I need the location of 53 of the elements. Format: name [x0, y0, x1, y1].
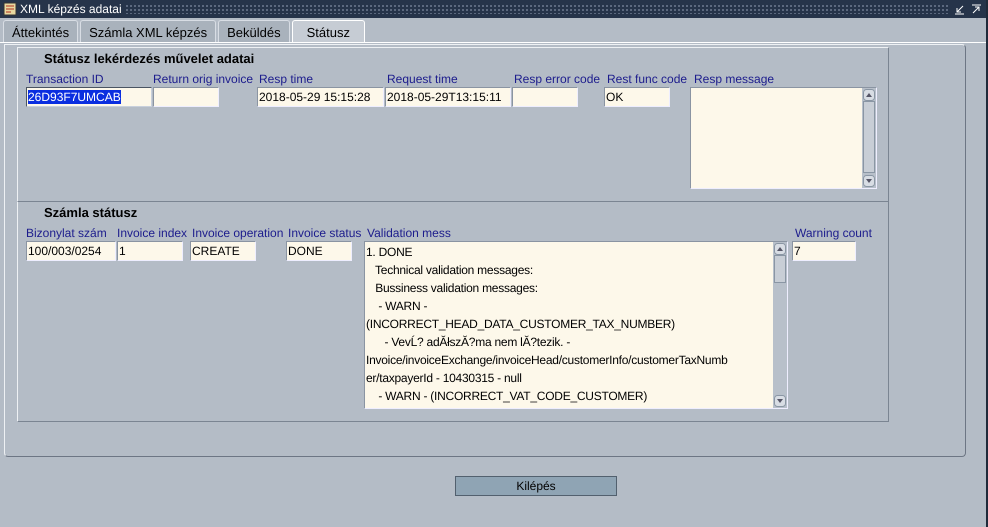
window-title: XML képzés adatai — [20, 2, 122, 16]
section-title: Státusz lekérdezés művelet adatai — [43, 50, 256, 68]
field-label: Invoice operation — [192, 226, 284, 240]
input-field[interactable]: 1 — [117, 241, 183, 261]
field-label: Resp time — [259, 72, 314, 86]
message-line: Invoice/invoiceExchange/invoiceHead/customerInfo/customerTaxNumb — [366, 352, 729, 369]
tab[interactable]: Áttekintés — [3, 20, 78, 42]
input-field[interactable]: DONE — [286, 241, 352, 261]
message-line: Technical validation messages: — [374, 262, 534, 279]
field-label: Bizonylat szám — [26, 226, 107, 240]
scroll-up-icon[interactable] — [774, 243, 786, 255]
input-field[interactable]: 2018-05-29 15:15:28 — [257, 87, 384, 107]
input-field[interactable]: 7 — [792, 241, 856, 261]
scroll-down-icon[interactable] — [863, 175, 875, 187]
tab[interactable]: Státusz — [292, 20, 365, 42]
scrollbar[interactable] — [862, 88, 876, 188]
scroll-thumb[interactable] — [774, 255, 786, 283]
input-field[interactable]: OK — [604, 87, 670, 107]
input-field[interactable] — [153, 87, 219, 107]
message-line: - WARN - (INCORRECT_VAT_CODE_CUSTOMER) — [377, 388, 648, 405]
input-field[interactable]: CREATE — [190, 241, 256, 261]
message-line: 1. DONE — [366, 244, 414, 261]
scroll-down-icon[interactable] — [774, 395, 786, 407]
field-label: Return orig invoice — [153, 72, 254, 86]
scroll-thumb[interactable] — [863, 101, 875, 173]
input-field[interactable] — [512, 87, 578, 107]
message-line: er/taxpayerId - 10430315 - null — [366, 370, 523, 387]
field-label: Resp message — [694, 72, 774, 86]
tab[interactable]: Számla XML képzés — [80, 20, 216, 42]
message-line: Bussiness validation messages: — [374, 280, 539, 297]
field-label: Validation mess — [367, 226, 451, 240]
scrollbar[interactable] — [773, 242, 787, 408]
scroll-up-icon[interactable] — [863, 89, 875, 101]
message-line: - VevĹ? adĂłszĂ?ma nem lĂ?tezik. - — [384, 334, 572, 351]
field-label: Invoice status — [288, 226, 362, 240]
field-label: Warning count — [795, 226, 872, 240]
maximize-icon[interactable] — [971, 4, 982, 14]
tab[interactable]: Beküldés — [218, 20, 290, 42]
message-line: (INCORRECT_HEAD_DATA_CUSTOMER_TAX_NUMBER) — [366, 316, 676, 333]
section-title: Számla státusz — [43, 204, 138, 222]
input-field[interactable]: 2018-05-29T13:15:11 — [385, 87, 511, 107]
input-field[interactable]: 100/003/0254 — [26, 241, 116, 261]
exit-button[interactable]: Kilépés — [455, 476, 617, 496]
field-label: Rest func code — [607, 72, 688, 86]
field-label: Invoice index — [117, 226, 188, 240]
text-area[interactable] — [364, 241, 788, 409]
message-line: - WARN - — [377, 298, 428, 315]
input-field[interactable]: 26D93F7UMCAB — [26, 87, 152, 107]
field-label: Resp error code — [514, 72, 600, 86]
minimize-icon[interactable] — [954, 4, 965, 14]
field-label: Request time — [387, 72, 458, 86]
app-icon — [3, 2, 17, 16]
field-label: Transaction ID — [26, 72, 104, 86]
